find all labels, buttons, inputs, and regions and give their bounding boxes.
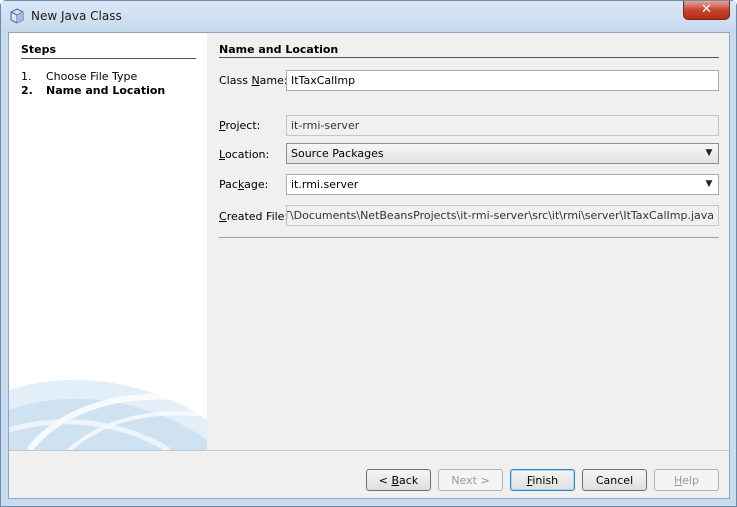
step-number: 2.	[21, 84, 33, 97]
created-file-path: SHMAN-LT\Documents\NetBeansProjects\it-r…	[287, 209, 714, 222]
step-label: Name and Location	[46, 84, 166, 97]
project-field: it-rmi-server	[286, 115, 719, 136]
form-panel: Name and Location Class Name: ItTaxCalIm…	[207, 33, 729, 450]
finish-button[interactable]: Finish	[510, 469, 575, 491]
steps-panel: Steps 1. Choose File Type 2. Name and Loca…	[9, 33, 207, 450]
step-number: 1.	[21, 70, 32, 83]
back-button[interactable]: < Back	[366, 469, 431, 491]
class-name-input[interactable]: ItTaxCalImp	[286, 70, 719, 91]
chevron-down-icon[interactable]: ▼	[700, 175, 718, 194]
class-name-label: Class Name:	[219, 74, 288, 87]
project-label: Project:	[219, 119, 261, 132]
step-name-and-location: 2. Name and Location	[21, 84, 165, 97]
java-class-icon	[10, 8, 24, 24]
steps-title: Steps	[21, 43, 57, 56]
section-title: Name and Location	[219, 43, 339, 56]
close-icon: ✕	[701, 2, 712, 17]
created-file-field: SHMAN-LT\Documents\NetBeansProjects\it-r…	[286, 205, 719, 226]
title-bar[interactable]: New Java Class ✕	[1, 1, 736, 31]
chevron-down-icon[interactable]: ▼	[700, 144, 718, 163]
steps-divider	[21, 58, 196, 59]
location-value: Source Packages	[291, 147, 384, 160]
package-value: it.rmi.server	[291, 178, 359, 191]
next-button[interactable]: Next >	[438, 469, 503, 491]
dialog-body: Steps 1. Choose File Type 2. Name and Loca…	[8, 32, 730, 499]
package-label: Package:	[219, 178, 269, 191]
wizard-decoration-graphic	[9, 380, 207, 450]
created-file-label: Created File:	[219, 210, 289, 223]
location-label: Location:	[219, 148, 270, 161]
section-divider	[219, 57, 719, 58]
location-dropdown[interactable]: Source Packages ▼	[286, 143, 719, 164]
dialog-window: New Java Class ✕ Steps 1. Choose File Typ…	[0, 0, 737, 507]
cancel-button[interactable]: Cancel	[582, 469, 647, 491]
step-choose-file-type: 1. Choose File Type	[21, 70, 137, 83]
window-title: New Java Class	[31, 9, 122, 23]
close-button[interactable]: ✕	[683, 1, 730, 20]
package-combobox[interactable]: it.rmi.server ▼	[286, 174, 719, 195]
form-bottom-divider	[219, 237, 719, 238]
help-button[interactable]: Help	[654, 469, 719, 491]
step-label: Choose File Type	[46, 70, 138, 83]
button-bar: < Back Next > Finish Cancel Help	[9, 450, 729, 498]
